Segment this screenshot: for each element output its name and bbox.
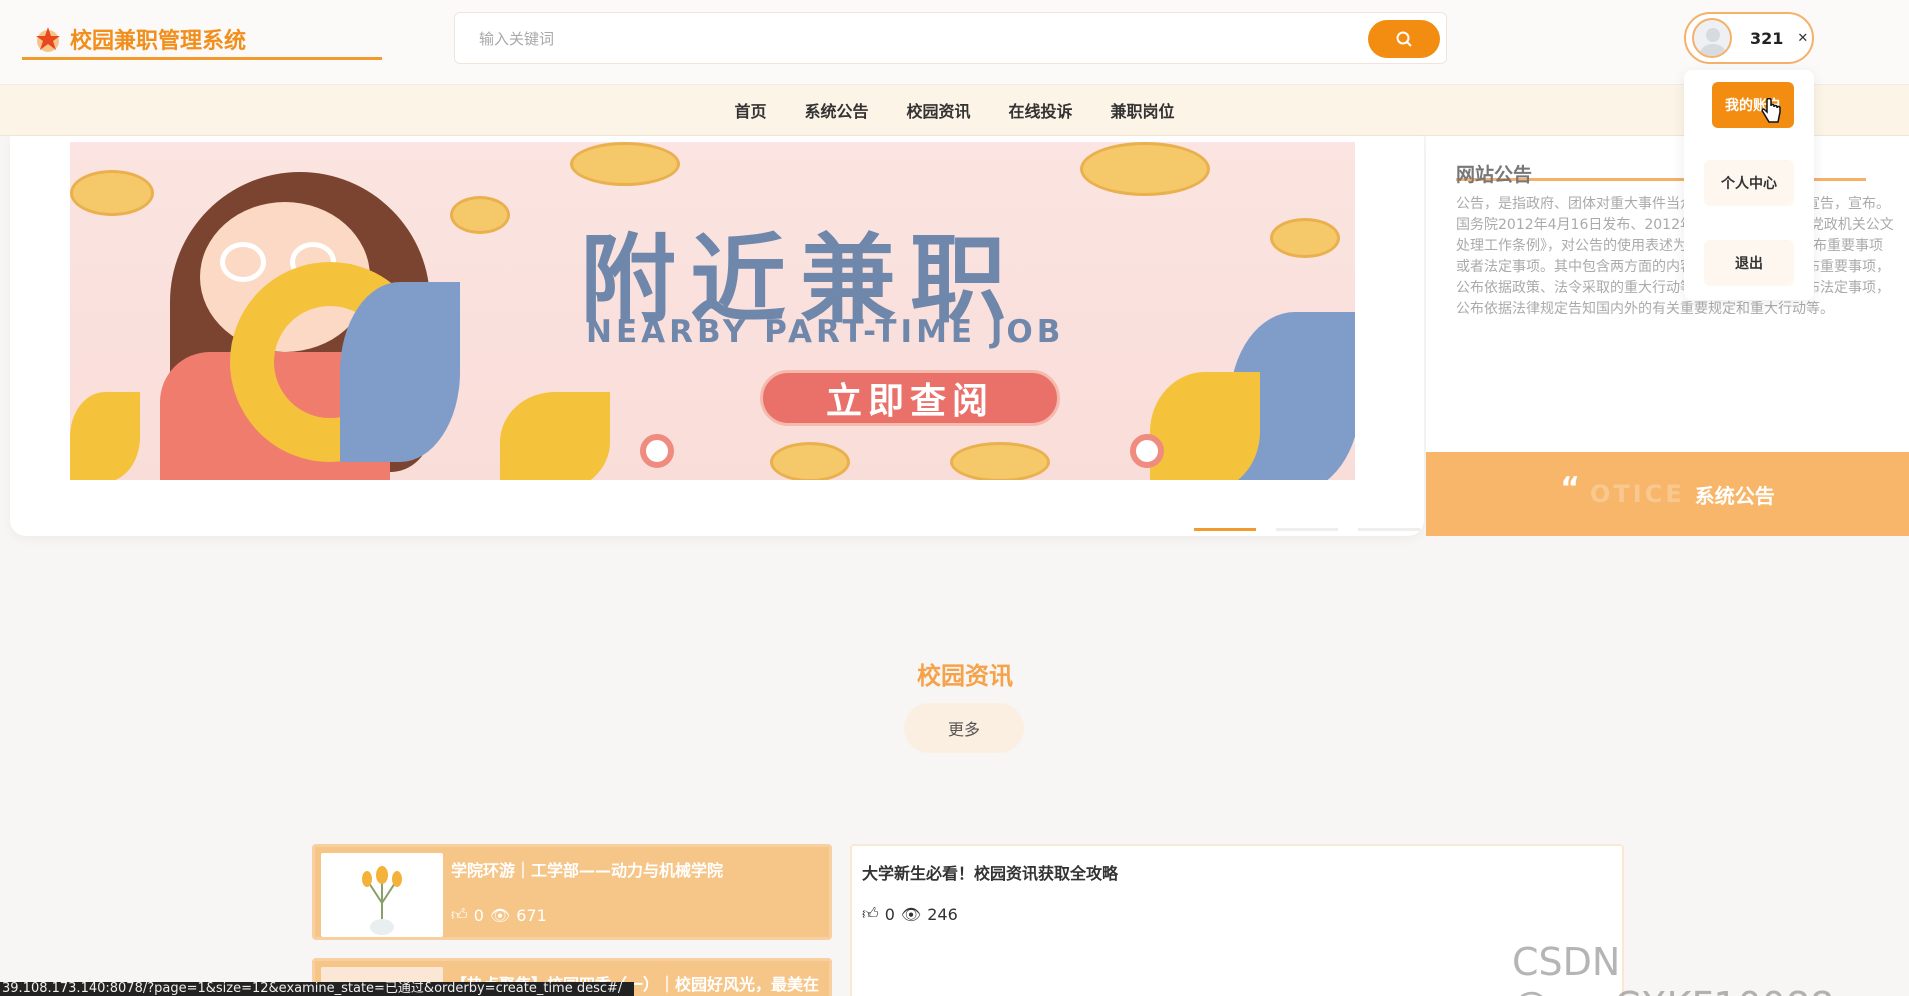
flower-decoration (1130, 434, 1164, 468)
avatar (1692, 18, 1732, 58)
likes-count: 0 (473, 905, 484, 925)
flower-vase-icon (362, 866, 402, 935)
banner-image[interactable]: 附近兼职 NEARBY PART-TIME JOB 立即查阅 (70, 142, 1355, 480)
news-thumbnail (321, 853, 443, 937)
coin-decoration (570, 142, 680, 186)
announcement-banner-label: 系统公告 (1694, 483, 1775, 508)
username: 321 (1750, 28, 1784, 48)
leaf-decoration (70, 392, 140, 480)
views-count: 671 (516, 905, 547, 925)
chevron-down-icon: ✕ (1797, 30, 1809, 46)
featured-news-stats: 👍︎ 0 👁︎ 246 (862, 904, 958, 924)
coin-decoration (70, 170, 154, 216)
nav-item-complaints[interactable]: 在线投诉 (1009, 98, 1073, 122)
site-title: 校园兼职管理系统 (70, 28, 247, 54)
nav-item-jobs[interactable]: 兼职岗位 (1111, 98, 1175, 122)
menu-item-logout[interactable]: 退出 (1704, 240, 1794, 286)
carousel-dot[interactable] (1194, 528, 1256, 531)
notice-title: 网站公告 (1456, 164, 1533, 186)
coin-decoration (1080, 142, 1210, 196)
banner-subtitle: NEARBY PART-TIME JOB (586, 314, 1065, 350)
nav-item-campus-news[interactable]: 校园资讯 (906, 98, 970, 122)
banner-carousel: 附近兼职 NEARBY PART-TIME JOB 立即查阅 (10, 136, 1424, 536)
coin-decoration (770, 442, 850, 480)
news-stats: 👍︎ 0 👁︎ 671 (451, 905, 547, 925)
nav-item-home[interactable]: 首页 (734, 98, 766, 122)
eye-icon: 👁︎ (489, 905, 511, 925)
section-title-campus-news: 校园资讯 (917, 662, 1013, 690)
coin-decoration (450, 196, 510, 234)
search-button[interactable] (1368, 20, 1440, 58)
site-logo[interactable]: 校园兼职管理系统 (22, 20, 382, 60)
more-button[interactable]: 更多 (904, 703, 1024, 753)
search-icon (1396, 31, 1412, 47)
views-count: 246 (927, 904, 958, 924)
coin-decoration (1270, 218, 1340, 258)
nav-item-announcements[interactable]: 系统公告 (804, 98, 868, 122)
search-input[interactable] (479, 26, 1279, 52)
notice-bg-word: OTICE (1590, 480, 1685, 508)
notice-panel: 网站公告 公告，是指政府、团体对重大事件当众正式公布或者公开宣告，宣布。国务院2… (1426, 136, 1909, 452)
flower-decoration (640, 434, 674, 468)
banner-cta-button[interactable]: 立即查阅 (760, 370, 1060, 426)
news-title: 学院环游｜工学部——动力与机械学院 (451, 861, 724, 880)
status-bar-url: 39.108.173.140:8078/?page=1&size=12&exam… (0, 982, 634, 996)
quote-icon: “ (1560, 470, 1580, 506)
leaf-decoration (500, 392, 610, 480)
coin-decoration (950, 442, 1050, 480)
star-logo-icon (36, 26, 60, 52)
featured-news-card[interactable]: 大学新生必看！校园资讯获取全攻略 👍︎ 0 👁︎ 246 (850, 844, 1624, 996)
likes-count: 0 (884, 904, 895, 924)
top-bar: 校园兼职管理系统 321 ✕ (0, 0, 1909, 84)
carousel-indicators (1194, 528, 1420, 531)
menu-item-profile[interactable]: 个人中心 (1704, 160, 1794, 206)
news-card[interactable]: 学院环游｜工学部——动力与机械学院 👍︎ 0 👁︎ 671 (312, 844, 832, 940)
announcement-banner[interactable]: “ OTICE 系统公告 (1426, 452, 1909, 536)
main-nav: 首页 系统公告 校园资讯 在线投诉 兼职岗位 (0, 84, 1909, 136)
search-bar (454, 12, 1447, 64)
carousel-dot[interactable] (1276, 528, 1338, 531)
notice-body: 公告，是指政府、团体对重大事件当众正式公布或者公开宣告，宣布。国务院2012年4… (1456, 196, 1894, 317)
glasses-left (220, 242, 266, 282)
eye-icon: 👁︎ (900, 904, 922, 924)
hand-cursor-icon (1761, 98, 1781, 123)
user-dropdown-menu: 我的账户 个人中心 退出 (1684, 70, 1814, 300)
carousel-dot[interactable] (1358, 528, 1420, 531)
watermark: CSDN @vx_CXKF10088 (1512, 940, 1834, 996)
leaf-decoration (340, 282, 460, 462)
thumbs-up-icon: 👍︎ (451, 905, 468, 924)
user-menu-toggle[interactable]: 321 ✕ (1684, 12, 1814, 64)
featured-news-title: 大学新生必看！校园资讯获取全攻略 (862, 864, 1119, 883)
leaf-decoration (1150, 372, 1260, 480)
thumbs-up-icon: 👍︎ (862, 904, 879, 923)
